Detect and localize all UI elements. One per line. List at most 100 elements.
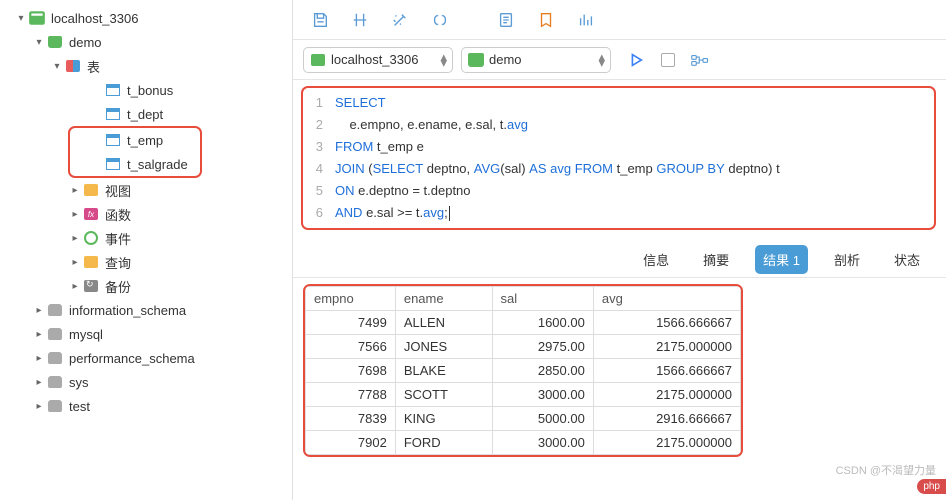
chevron-right-icon[interactable] [32, 353, 46, 364]
table-cell[interactable]: ALLEN [395, 311, 492, 335]
table-node-t_salgrade[interactable]: t_salgrade [70, 152, 200, 176]
column-header[interactable]: empno [306, 287, 396, 311]
database-selector[interactable]: demo ▴▾ [461, 47, 611, 73]
code-content[interactable]: ON e.deptno = t.deptno [335, 180, 471, 202]
tables-node[interactable]: 表 [0, 54, 292, 78]
table-cell[interactable]: 7499 [306, 311, 396, 335]
table-cell[interactable]: 2175.000000 [593, 335, 740, 359]
execute-plan-button[interactable] [529, 6, 563, 34]
table-cell[interactable]: 2850.00 [492, 359, 593, 383]
table-cell[interactable]: 2175.000000 [593, 431, 740, 455]
table-label: t_salgrade [127, 157, 188, 172]
table-node-t_dept[interactable]: t_dept [0, 102, 292, 126]
chevron-down-icon[interactable] [32, 37, 46, 48]
database-node[interactable]: test [0, 394, 292, 418]
table-cell[interactable]: KING [395, 407, 492, 431]
table-row[interactable]: 7499ALLEN1600.001566.666667 [306, 311, 741, 335]
connection-node[interactable]: localhost_3306 [0, 6, 292, 30]
sql-editor[interactable]: 1SELECT2 e.empno, e.ename, e.sal, t.avg3… [301, 86, 936, 230]
table-cell[interactable]: FORD [395, 431, 492, 455]
database-node-demo[interactable]: demo [0, 30, 292, 54]
table-node-t_bonus[interactable]: t_bonus [0, 78, 292, 102]
tab-info[interactable]: 信息 [635, 245, 677, 274]
queries-node[interactable]: 查询 [0, 250, 292, 274]
table-cell[interactable]: 7698 [306, 359, 396, 383]
table-cell[interactable]: 7788 [306, 383, 396, 407]
table-cell[interactable]: 7902 [306, 431, 396, 455]
chevron-right-icon[interactable] [68, 209, 82, 220]
database-node[interactable]: sys [0, 370, 292, 394]
code-content[interactable]: FROM t_emp e [335, 136, 424, 158]
table-cell[interactable]: SCOTT [395, 383, 492, 407]
tab-status[interactable]: 状态 [886, 245, 928, 274]
database-icon [468, 53, 484, 67]
table-cell[interactable]: 1566.666667 [593, 359, 740, 383]
column-header[interactable]: ename [395, 287, 492, 311]
backups-node[interactable]: 备份 [0, 274, 292, 298]
chevron-right-icon[interactable] [32, 401, 46, 412]
code-button[interactable] [423, 6, 457, 34]
code-line[interactable]: 6AND e.sal >= t.avg; [305, 202, 932, 224]
save-button[interactable] [303, 6, 337, 34]
table-cell[interactable]: 2916.666667 [593, 407, 740, 431]
table-icon [104, 82, 122, 98]
column-header[interactable]: sal [492, 287, 593, 311]
chevron-down-icon[interactable] [14, 13, 28, 24]
code-content[interactable]: SELECT [335, 92, 386, 114]
connection-selector[interactable]: localhost_3306 ▴▾ [303, 47, 453, 73]
beautify-button[interactable] [383, 6, 417, 34]
code-line[interactable]: 2 e.empno, e.ename, e.sal, t.avg [305, 114, 932, 136]
table-row[interactable]: 7698BLAKE2850.001566.666667 [306, 359, 741, 383]
code-line[interactable]: 4JOIN (SELECT deptno, AVG(sal) AS avg FR… [305, 158, 932, 180]
table-cell[interactable]: JONES [395, 335, 492, 359]
table-cell[interactable]: 1566.666667 [593, 311, 740, 335]
database-node[interactable]: information_schema [0, 298, 292, 322]
functions-node[interactable]: fx 函数 [0, 202, 292, 226]
table-cell[interactable]: 2975.00 [492, 335, 593, 359]
code-line[interactable]: 5ON e.deptno = t.deptno [305, 180, 932, 202]
format-button[interactable] [343, 6, 377, 34]
table-node-t_emp[interactable]: t_emp [70, 128, 200, 152]
run-button[interactable] [619, 46, 653, 74]
table-cell[interactable]: 5000.00 [492, 407, 593, 431]
database-node[interactable]: performance_schema [0, 346, 292, 370]
views-node[interactable]: 视图 [0, 178, 292, 202]
chevron-right-icon[interactable] [32, 377, 46, 388]
table-cell[interactable]: 2175.000000 [593, 383, 740, 407]
column-header[interactable]: avg [593, 287, 740, 311]
table-row[interactable]: 7788SCOTT3000.002175.000000 [306, 383, 741, 407]
code-content[interactable]: AND e.sal >= t.avg; [335, 202, 450, 224]
explain-button[interactable] [489, 6, 523, 34]
chevron-right-icon[interactable] [68, 281, 82, 292]
database-node[interactable]: mysql [0, 322, 292, 346]
tab-profile[interactable]: 剖析 [826, 245, 868, 274]
table-cell[interactable]: 7566 [306, 335, 396, 359]
tab-summary[interactable]: 摘要 [695, 245, 737, 274]
code-content[interactable]: JOIN (SELECT deptno, AVG(sal) AS avg FRO… [335, 158, 780, 180]
events-node[interactable]: 事件 [0, 226, 292, 250]
chevron-down-icon[interactable] [50, 61, 64, 72]
table-cell[interactable]: 1600.00 [492, 311, 593, 335]
chevron-right-icon[interactable] [68, 233, 82, 244]
table-cell[interactable]: 3000.00 [492, 383, 593, 407]
chevron-right-icon[interactable] [32, 305, 46, 316]
chevron-right-icon[interactable] [68, 257, 82, 268]
code-content[interactable]: e.empno, e.ename, e.sal, t.avg [335, 114, 528, 136]
table-cell[interactable]: BLAKE [395, 359, 492, 383]
table-cell[interactable]: 7839 [306, 407, 396, 431]
table-cell[interactable]: 3000.00 [492, 431, 593, 455]
table-row[interactable]: 7566JONES2975.002175.000000 [306, 335, 741, 359]
result-grid[interactable]: empnoenamesalavg7499ALLEN1600.001566.666… [305, 286, 741, 455]
visualize-button[interactable] [569, 6, 603, 34]
stop-button[interactable] [661, 53, 675, 67]
database-icon [46, 302, 64, 318]
code-line[interactable]: 1SELECT [305, 92, 932, 114]
explain-query-button[interactable] [683, 46, 717, 74]
table-row[interactable]: 7902FORD3000.002175.000000 [306, 431, 741, 455]
chevron-right-icon[interactable] [68, 185, 82, 196]
table-row[interactable]: 7839KING5000.002916.666667 [306, 407, 741, 431]
sidebar: localhost_3306 demo 表 t_bonus t_dept t_e… [0, 0, 293, 500]
chevron-right-icon[interactable] [32, 329, 46, 340]
tab-result[interactable]: 结果 1 [755, 245, 808, 274]
code-line[interactable]: 3FROM t_emp e [305, 136, 932, 158]
